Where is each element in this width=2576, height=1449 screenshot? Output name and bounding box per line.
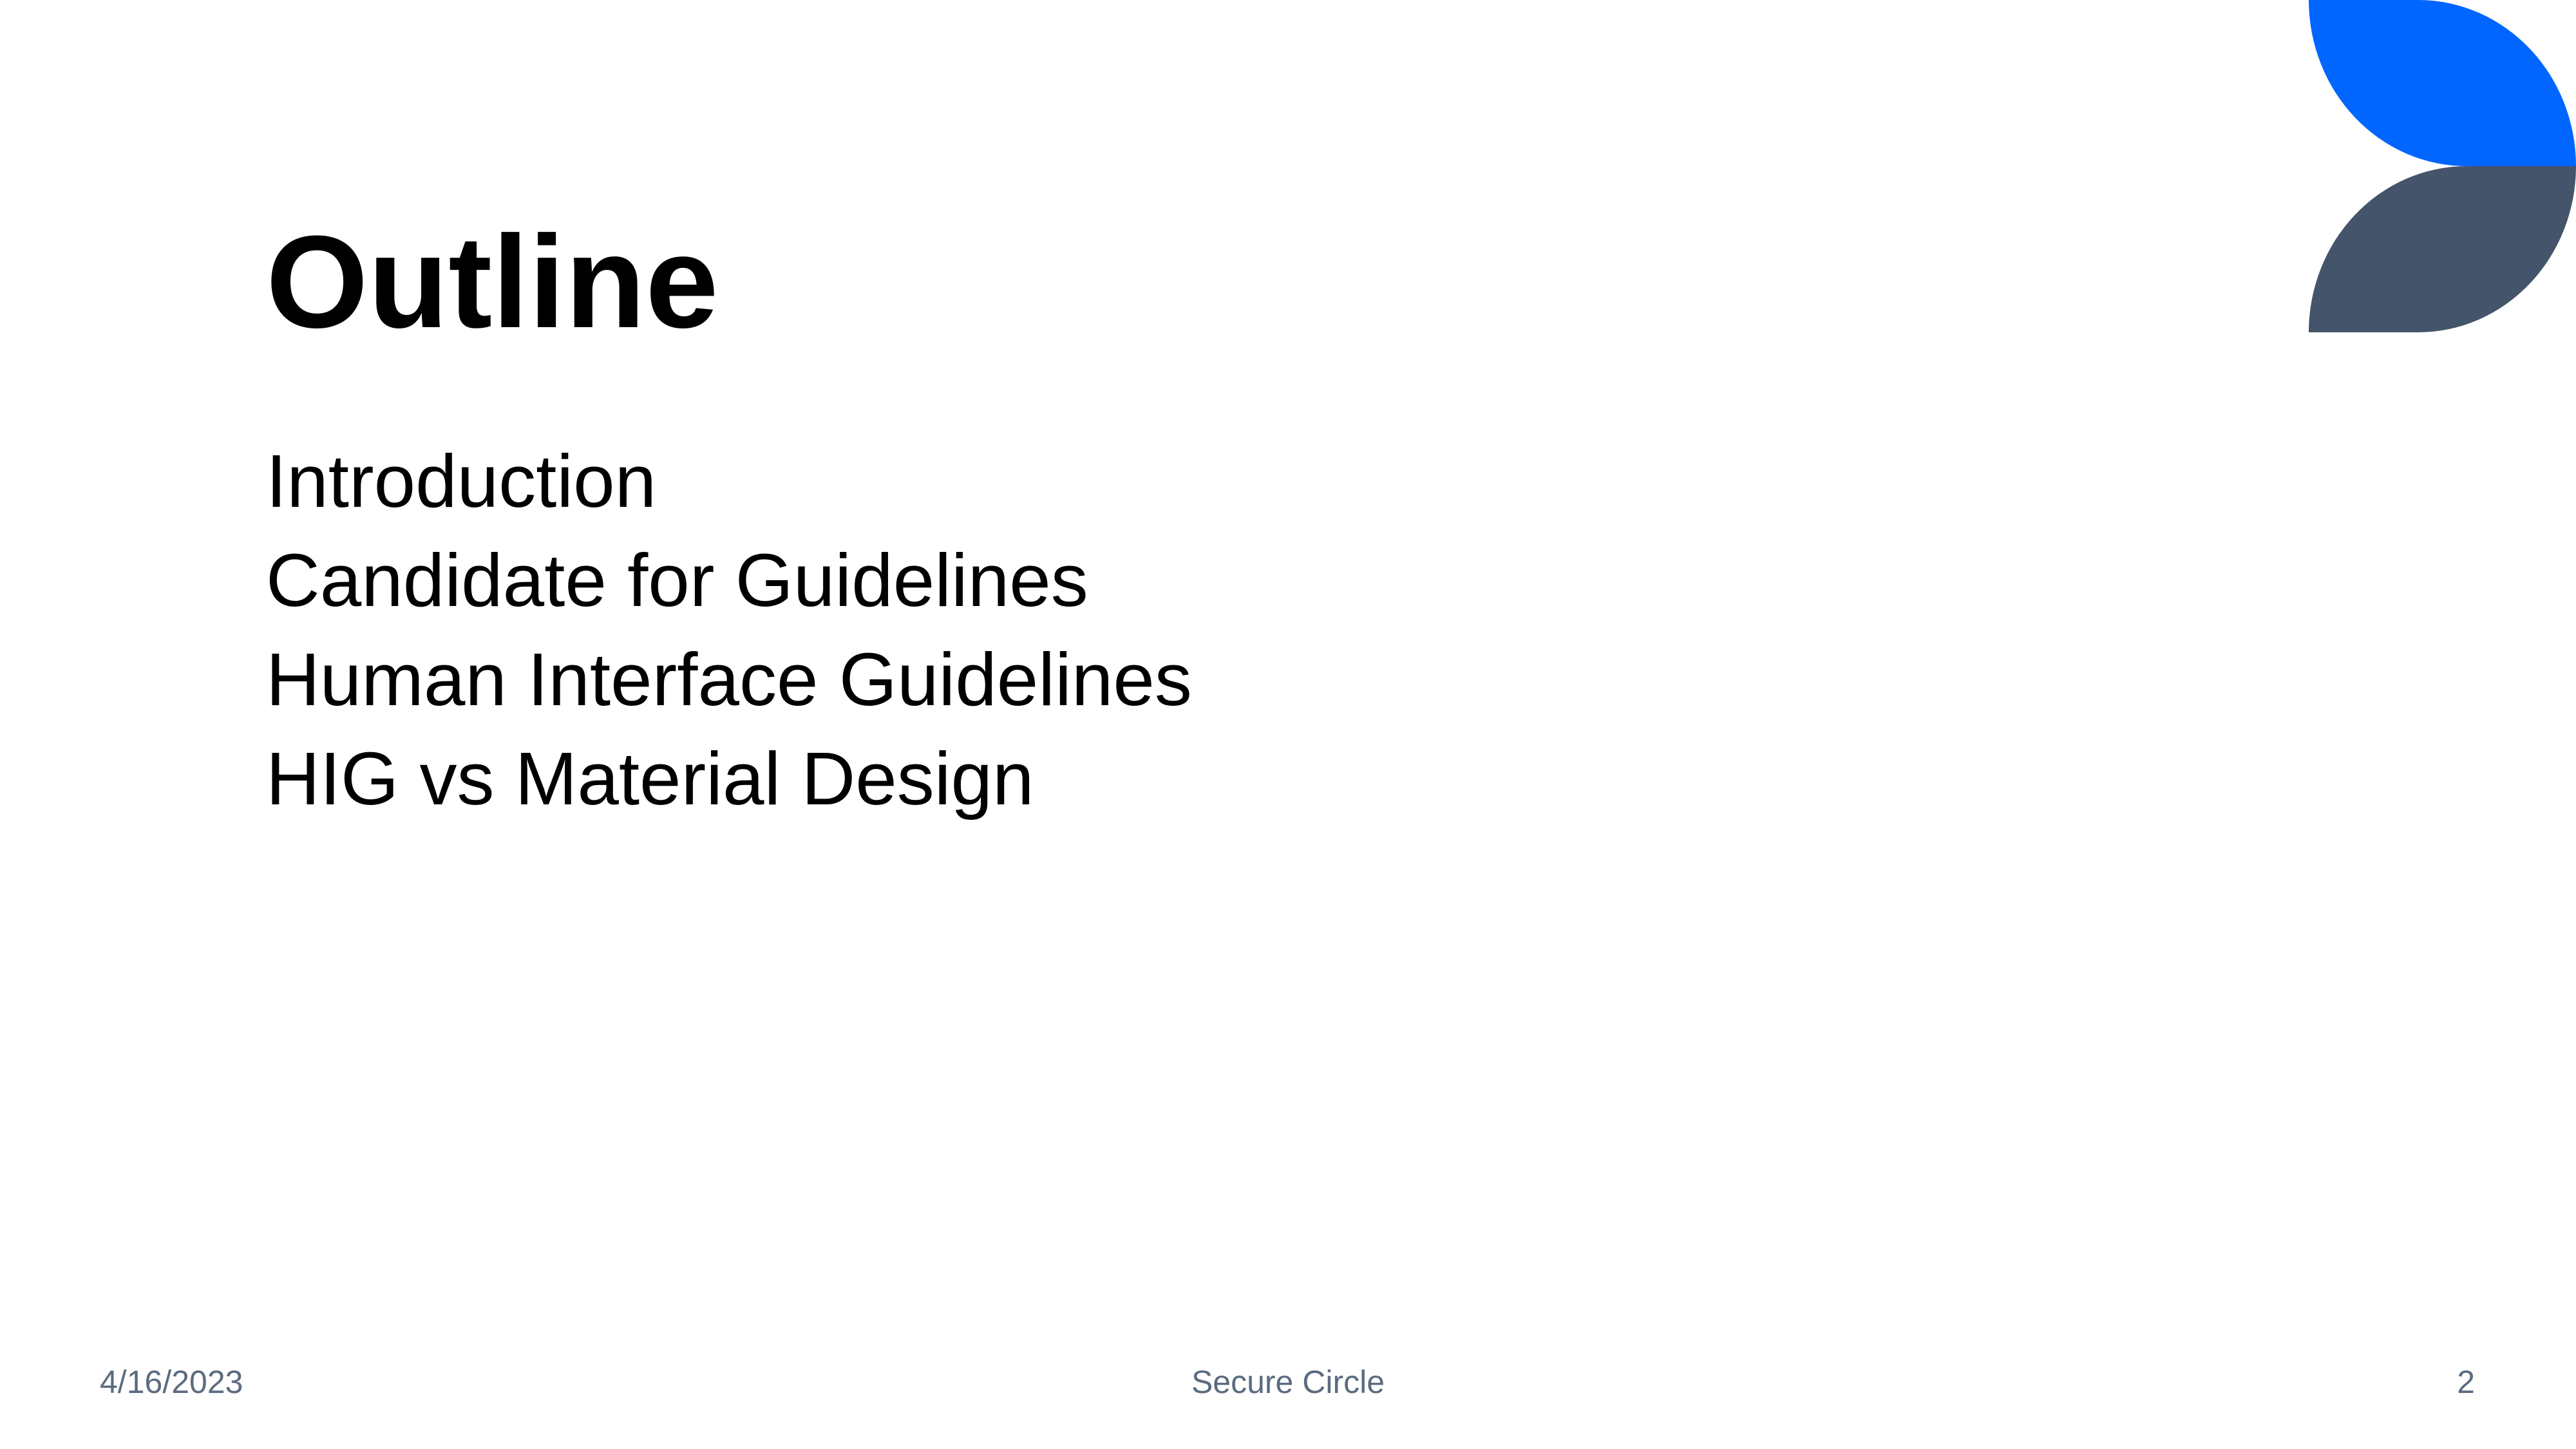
- slide-number: 2: [2457, 1364, 2475, 1400]
- footer-title: Secure Circle: [1191, 1364, 1385, 1400]
- logo-bottom-shape: [2309, 166, 2576, 332]
- outline-item-candidate-for-guidelines: Candidate for Guidelines: [266, 538, 1088, 622]
- brand-logo-icon: [2309, 0, 2576, 332]
- outline-item-human-interface-guidelines: Human Interface Guidelines: [266, 638, 1192, 721]
- slide: Outline Introduction Candidate for Guide…: [0, 0, 2576, 1449]
- outline-item-introduction: Introduction: [266, 439, 657, 523]
- slide-title: Outline: [266, 209, 719, 355]
- outline-item-hig-vs-material-design: HIG vs Material Design: [266, 737, 1034, 820]
- logo-top-shape: [2309, 0, 2576, 166]
- outline-list: Introduction Candidate for Guidelines Hu…: [266, 431, 1192, 828]
